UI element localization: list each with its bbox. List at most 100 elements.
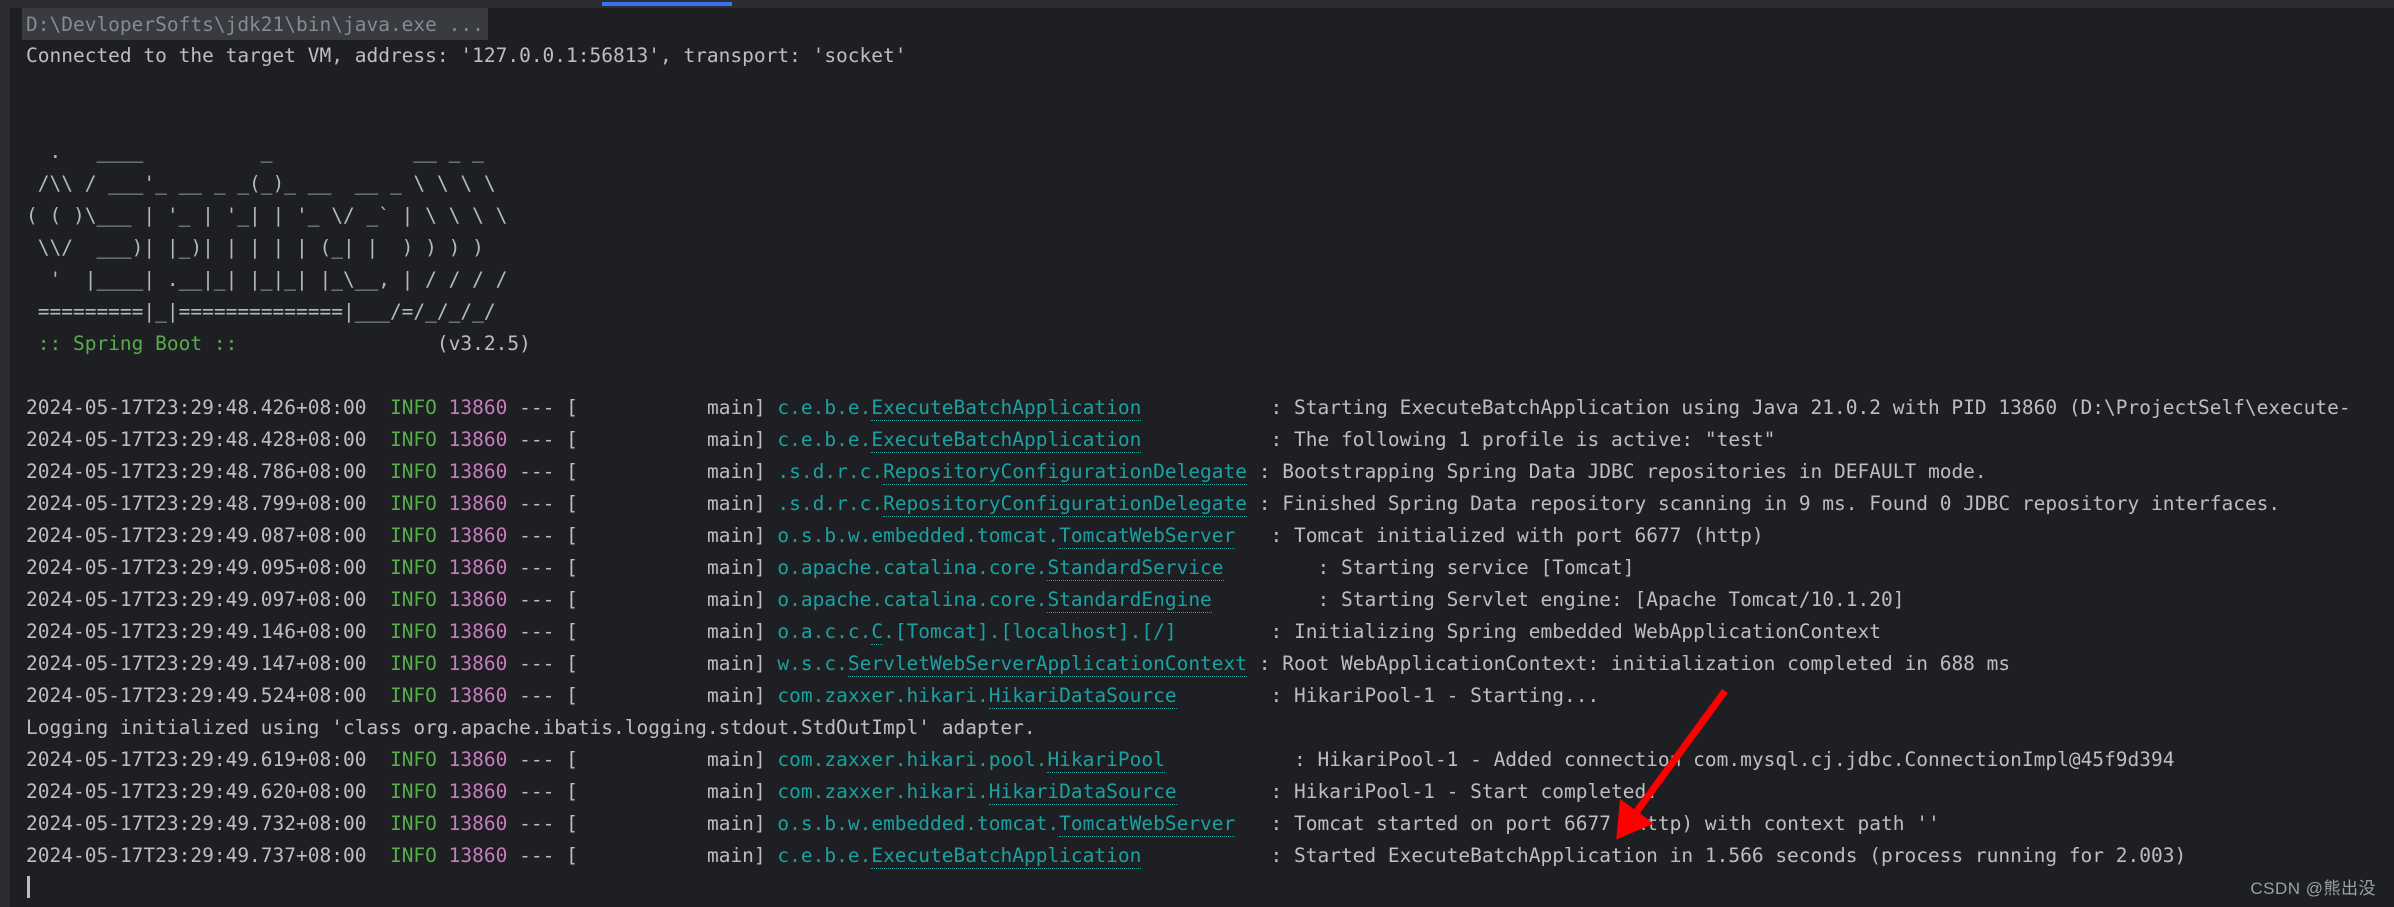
- log-logger-package[interactable]: o.apache.catalina.core.: [777, 588, 1047, 611]
- log-logger-class[interactable]: HikariDataSource: [988, 780, 1177, 805]
- log-pid: 13860: [448, 812, 508, 835]
- log-separator: ---: [507, 844, 567, 867]
- log-pid: 13860: [448, 460, 508, 483]
- spring-banner-line: \\/ ___)| |_)| | | | | (_| | ) ) ) ): [10, 232, 2394, 264]
- log-logger-package[interactable]: com.zaxxer.hikari.: [777, 684, 988, 707]
- log-thread: [ main]: [566, 588, 778, 611]
- log-line: 2024-05-17T23:29:49.097+08:00 INFO 13860…: [10, 584, 2394, 616]
- log-message: : Root WebApplicationContext: initializa…: [1258, 652, 2011, 675]
- log-pid: 13860: [448, 428, 508, 451]
- log-level: INFO: [389, 428, 437, 451]
- log-message: : The following 1 profile is active: "te…: [1270, 428, 1776, 451]
- log-level: INFO: [389, 556, 437, 579]
- log-message: : Tomcat started on port 6677 (http) wit…: [1270, 812, 1940, 835]
- console-command-line: D:\DevloperSofts\jdk21\bin\java.exe ...: [10, 8, 2394, 40]
- log-thread: [ main]: [566, 492, 778, 515]
- log-pid: 13860: [448, 396, 508, 419]
- editor-tab-strip[interactable]: [0, 0, 2394, 8]
- log-level: INFO: [389, 812, 437, 835]
- log-timestamp: 2024-05-17T23:29:49.097+08:00: [26, 588, 390, 611]
- log-level: INFO: [389, 396, 437, 419]
- log-logger-class[interactable]: C: [871, 620, 884, 645]
- log-separator: ---: [507, 396, 567, 419]
- log-line: 2024-05-17T23:29:48.799+08:00 INFO 13860…: [10, 488, 2394, 520]
- log-logger-package[interactable]: .s.d.r.c.: [777, 492, 883, 515]
- log-timestamp: 2024-05-17T23:29:49.095+08:00: [26, 556, 390, 579]
- log-line: 2024-05-17T23:29:48.428+08:00 INFO 13860…: [10, 424, 2394, 456]
- log-thread: [ main]: [566, 524, 778, 547]
- log-pid: 13860: [448, 684, 508, 707]
- log-line: 2024-05-17T23:29:49.732+08:00 INFO 13860…: [10, 808, 2394, 840]
- log-logger-class[interactable]: TomcatWebServer: [1059, 524, 1236, 549]
- log-pid: 13860: [448, 844, 508, 867]
- log-level: INFO: [389, 780, 437, 803]
- log-logger-class[interactable]: RepositoryConfigurationDelegate: [883, 492, 1248, 517]
- log-message: : Bootstrapping Spring Data JDBC reposit…: [1258, 460, 1987, 483]
- log-separator: ---: [507, 652, 567, 675]
- log-pid: 13860: [448, 652, 508, 675]
- banner-art-5: ' |____| .__|_| |_|_| |_\__, | / / / /: [26, 268, 508, 291]
- log-message: : Starting service [Tomcat]: [1317, 556, 1635, 579]
- log-logger-package[interactable]: o.apache.catalina.core.: [777, 556, 1047, 579]
- log-logger-package[interactable]: .s.d.r.c.: [777, 460, 883, 483]
- log-level: INFO: [389, 748, 437, 771]
- log-level: INFO: [389, 844, 437, 867]
- log-thread: [ main]: [566, 780, 778, 803]
- log-logger-class[interactable]: HikariPool: [1047, 748, 1165, 773]
- log-logger-package[interactable]: c.e.b.e.: [777, 428, 871, 451]
- run-console-panel[interactable]: D:\DevloperSofts\jdk21\bin\java.exe ... C…: [0, 8, 2394, 907]
- log-timestamp: 2024-05-17T23:29:48.426+08:00: [26, 396, 390, 419]
- log-pid: 13860: [448, 748, 508, 771]
- log-logger-package[interactable]: o.s.b.w.embedded.tomcat.: [777, 524, 1059, 547]
- log-logger-class[interactable]: TomcatWebServer: [1059, 812, 1236, 837]
- log-logger-class[interactable]: ExecuteBatchApplication: [871, 844, 1142, 869]
- log-timestamp: 2024-05-17T23:29:48.428+08:00: [26, 428, 390, 451]
- log-thread: [ main]: [566, 652, 778, 675]
- log-timestamp: 2024-05-17T23:29:49.737+08:00: [26, 844, 390, 867]
- log-separator: ---: [507, 780, 567, 803]
- log-thread: [ main]: [566, 556, 778, 579]
- console-output[interactable]: D:\DevloperSofts\jdk21\bin\java.exe ... C…: [10, 8, 2394, 907]
- log-timestamp: 2024-05-17T23:29:49.146+08:00: [26, 620, 390, 643]
- log-line: 2024-05-17T23:29:49.095+08:00 INFO 13860…: [10, 552, 2394, 584]
- log-level: INFO: [389, 652, 437, 675]
- banner-art-1: . ____ _ __ _ _: [26, 140, 484, 163]
- log-thread: [ main]: [566, 812, 778, 835]
- csdn-watermark: CSDN @熊出没: [2250, 879, 2376, 898]
- log-thread: [ main]: [566, 684, 778, 707]
- log-logger-class[interactable]: RepositoryConfigurationDelegate: [883, 460, 1248, 485]
- log-logger-package[interactable]: c.e.b.e.: [777, 396, 871, 419]
- log-separator: ---: [507, 524, 567, 547]
- log-logger-class[interactable]: ServletWebServerApplicationContext: [847, 652, 1248, 677]
- log-logger-package[interactable]: o.a.c.c.: [777, 620, 871, 643]
- spring-boot-label: :: Spring Boot ::: [26, 332, 250, 355]
- log-logger-class[interactable]: StandardEngine: [1047, 588, 1212, 613]
- log-logger-suffix[interactable]: .[Tomcat].[localhost].[/]: [883, 620, 1177, 643]
- log-line: 2024-05-17T23:29:49.737+08:00 INFO 13860…: [10, 840, 2394, 872]
- mybatis-logging-text: Logging initialized using 'class org.apa…: [26, 716, 1036, 739]
- log-logger-class[interactable]: StandardService: [1047, 556, 1224, 581]
- log-logger-package[interactable]: c.e.b.e.: [777, 844, 871, 867]
- log-logger-class[interactable]: ExecuteBatchApplication: [871, 428, 1142, 453]
- log-message: : Starting Servlet engine: [Apache Tomca…: [1317, 588, 1905, 611]
- log-logger-package[interactable]: o.s.b.w.embedded.tomcat.: [777, 812, 1059, 835]
- spring-banner-line: =========|_|==============|___/=/_/_/_/: [10, 296, 2394, 328]
- log-logger-class[interactable]: ExecuteBatchApplication: [871, 396, 1142, 421]
- log-pid: 13860: [448, 492, 508, 515]
- log-logger-class[interactable]: HikariDataSource: [988, 684, 1177, 709]
- spring-banner-line: ( ( )\___ | '_ | '_| | '_ \/ _` | \ \ \ …: [10, 200, 2394, 232]
- log-thread: [ main]: [566, 396, 778, 419]
- log-logger-package[interactable]: com.zaxxer.hikari.pool.: [777, 748, 1047, 771]
- spring-boot-version-line: :: Spring Boot :: (v3.2.5): [10, 328, 2394, 360]
- console-gutter: [0, 8, 10, 907]
- log-separator: ---: [507, 620, 567, 643]
- console-caret-line: [10, 872, 2394, 904]
- banner-art-2: /\\ / ___'_ __ _ _(_)_ __ __ _ \ \ \ \: [26, 172, 496, 195]
- log-logger-package[interactable]: w.s.c.: [777, 652, 847, 675]
- log-logger-package[interactable]: com.zaxxer.hikari.: [777, 780, 988, 803]
- spring-banner-line: /\\ / ___'_ __ _ _(_)_ __ __ _ \ \ \ \: [10, 168, 2394, 200]
- log-separator: ---: [507, 684, 567, 707]
- log-line: 2024-05-17T23:29:49.524+08:00 INFO 13860…: [10, 680, 2394, 712]
- log-timestamp: 2024-05-17T23:29:49.524+08:00: [26, 684, 390, 707]
